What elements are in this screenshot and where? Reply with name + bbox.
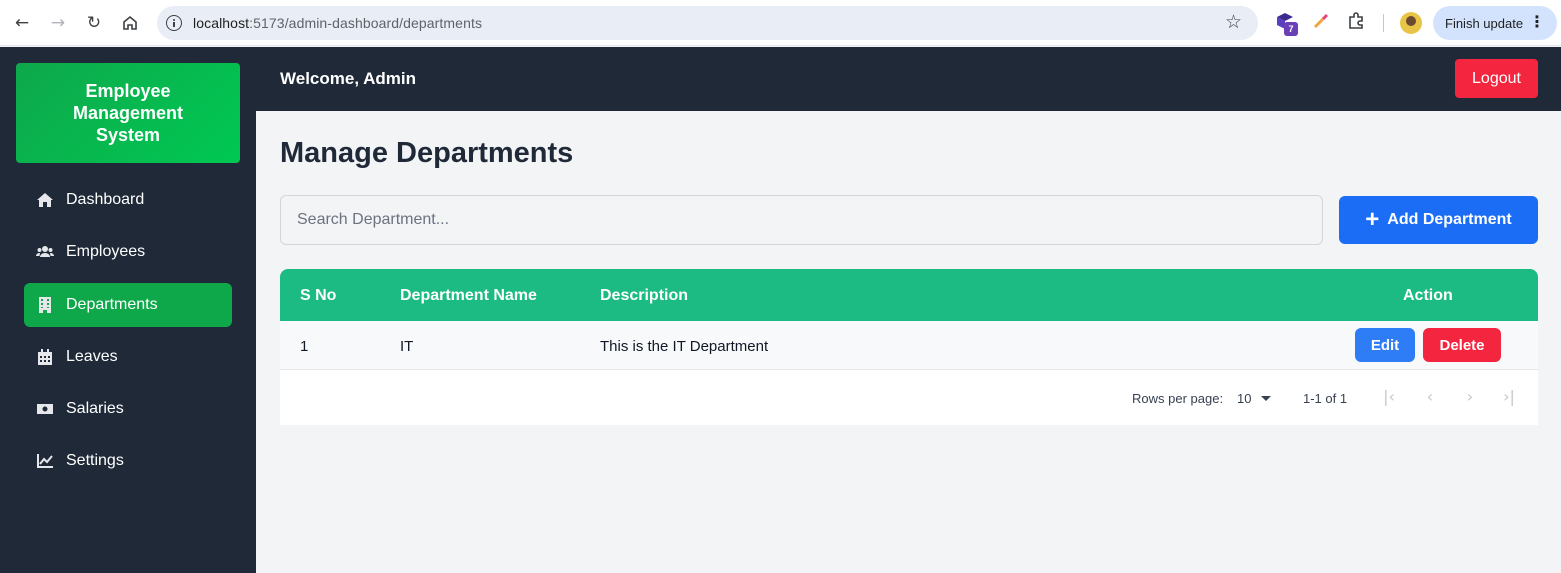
sidebar-item-label: Leaves bbox=[66, 348, 118, 365]
sidebar-item-label: Salaries bbox=[66, 400, 124, 417]
app-brand: Employee Management System bbox=[16, 63, 240, 163]
top-navbar: Welcome, Admin Logout bbox=[256, 47, 1561, 111]
profile-avatar[interactable] bbox=[1400, 12, 1422, 34]
finish-update-button[interactable]: Finish update ⋮ bbox=[1433, 6, 1557, 40]
browser-toolbar: ← → ↻ localhost:5173/admin-dashboard/dep… bbox=[0, 0, 1561, 46]
users-icon bbox=[36, 243, 54, 261]
dropdown-caret-icon[interactable] bbox=[1261, 396, 1271, 401]
column-header-action: Action bbox=[1403, 287, 1453, 304]
add-department-button[interactable]: + Add Department bbox=[1339, 196, 1538, 244]
cell-department-name: IT bbox=[400, 338, 414, 355]
add-department-label: Add Department bbox=[1387, 211, 1512, 228]
page-title: Manage Departments bbox=[280, 137, 574, 169]
rows-per-page-label: Rows per page: bbox=[1132, 391, 1224, 406]
sidebar-item-label: Dashboard bbox=[66, 191, 145, 208]
sidebar-item-salaries[interactable]: Salaries bbox=[24, 387, 232, 431]
money-icon bbox=[36, 400, 54, 418]
reload-icon[interactable]: ↻ bbox=[82, 11, 106, 35]
home-browser-icon[interactable] bbox=[118, 11, 142, 35]
table-header: S No Department Name Description Action bbox=[280, 269, 1538, 321]
first-page-icon[interactable]: |‹ bbox=[1379, 387, 1399, 407]
edit-button[interactable]: Edit bbox=[1355, 328, 1415, 362]
delete-button[interactable]: Delete bbox=[1423, 328, 1501, 362]
chart-icon bbox=[36, 452, 54, 470]
extension-badge: 7 bbox=[1284, 22, 1298, 36]
pagination-range: 1-1 of 1 bbox=[1303, 391, 1348, 406]
pagination-bar: Rows per page: 10 1-1 of 1 |‹ ‹ › ›| bbox=[280, 370, 1538, 425]
previous-page-icon[interactable]: ‹ bbox=[1420, 387, 1440, 407]
welcome-text: Welcome, Admin bbox=[280, 69, 417, 88]
more-options-icon[interactable]: ⋮ bbox=[1529, 14, 1545, 30]
calendar-icon bbox=[36, 348, 54, 366]
column-header-department-name[interactable]: Department Name bbox=[400, 287, 537, 305]
extensions-puzzle-icon[interactable] bbox=[1347, 12, 1369, 34]
address-bar[interactable]: localhost:5173/admin-dashboard/departmen… bbox=[157, 6, 1258, 40]
sidebar-item-leaves[interactable]: Leaves bbox=[24, 335, 232, 379]
bookmark-star-icon[interactable]: ☆ bbox=[1225, 11, 1242, 33]
building-icon bbox=[36, 296, 54, 314]
back-arrow-icon[interactable]: ← bbox=[10, 11, 34, 35]
plus-icon: + bbox=[1365, 206, 1380, 233]
sidebar-item-label: Employees bbox=[66, 243, 146, 260]
sidebar-item-departments[interactable]: Departments bbox=[24, 283, 232, 327]
color-picker-extension-icon[interactable] bbox=[1312, 12, 1334, 34]
site-info-icon[interactable] bbox=[166, 15, 182, 31]
home-icon bbox=[36, 191, 54, 209]
table-row: 1 IT This is the IT Department Edit Dele… bbox=[280, 321, 1538, 370]
search-department-input[interactable] bbox=[280, 195, 1323, 245]
last-page-icon[interactable]: ›| bbox=[1499, 387, 1519, 407]
sidebar-item-label: Departments bbox=[66, 296, 158, 313]
cell-description: This is the IT Department bbox=[600, 338, 769, 355]
rows-per-page-select[interactable]: 10 bbox=[1237, 391, 1251, 406]
finish-update-label: Finish update bbox=[1445, 15, 1524, 31]
next-page-icon[interactable]: › bbox=[1460, 387, 1480, 407]
forward-arrow-icon[interactable]: → bbox=[46, 11, 70, 35]
sidebar: Employee Management System Dashboard Emp… bbox=[0, 47, 256, 573]
sidebar-item-settings[interactable]: Settings bbox=[24, 439, 232, 483]
sidebar-item-label: Settings bbox=[66, 452, 124, 469]
departments-table: S No Department Name Description Action … bbox=[280, 269, 1538, 425]
logout-button[interactable]: Logout bbox=[1455, 59, 1538, 98]
toolbar-divider bbox=[1383, 14, 1384, 32]
url-text[interactable]: localhost:5173/admin-dashboard/departmen… bbox=[193, 15, 482, 31]
sidebar-item-employees[interactable]: Employees bbox=[24, 230, 232, 274]
cell-sno: 1 bbox=[300, 338, 309, 355]
column-header-description[interactable]: Description bbox=[600, 287, 688, 305]
column-header-sno[interactable]: S No bbox=[300, 287, 336, 305]
sidebar-item-dashboard[interactable]: Dashboard bbox=[24, 178, 232, 222]
